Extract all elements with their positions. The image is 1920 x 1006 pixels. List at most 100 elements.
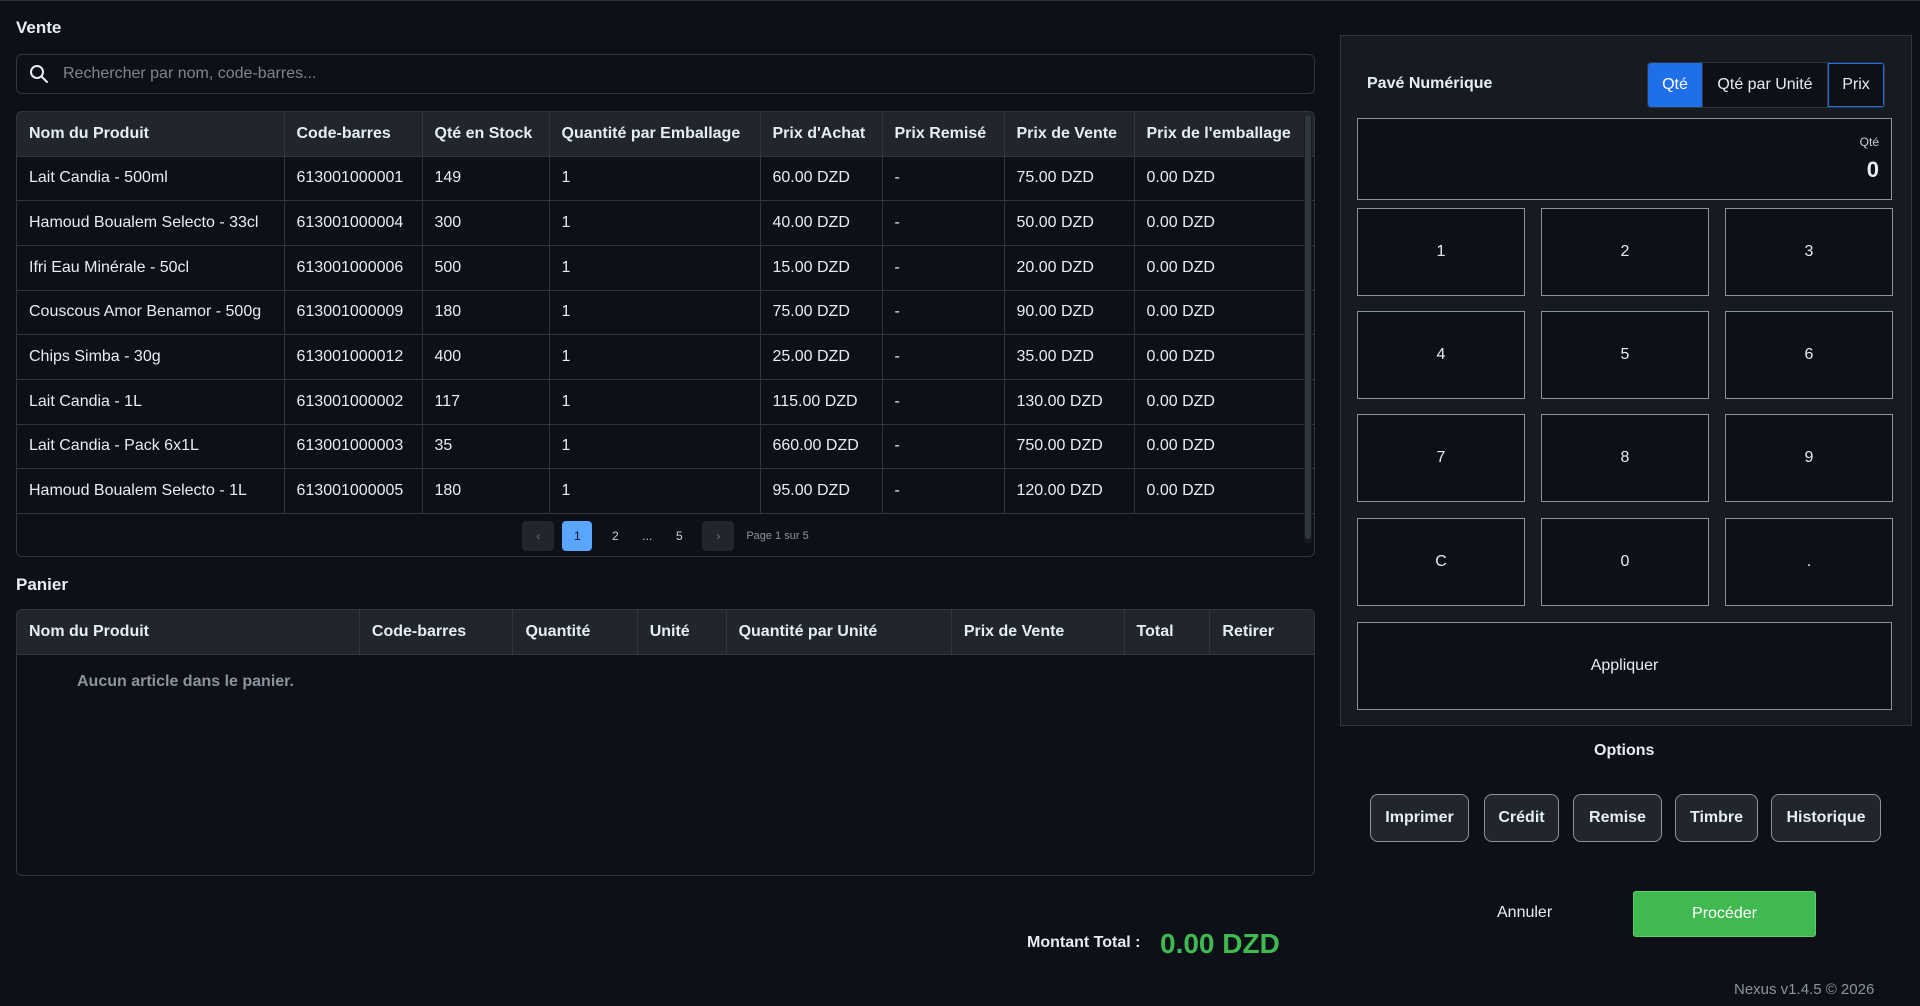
cell-pack-price: 0.00 DZD [1134,245,1314,291]
numpad-key-5[interactable]: 5 [1541,311,1709,399]
numpad-key-9[interactable]: 9 [1725,414,1893,502]
apply-button[interactable]: Appliquer [1357,622,1892,710]
col-header-purchase-price[interactable]: Prix d'Achat [760,112,883,157]
cart-col-qty-per-unit: Quantité par Unité [726,610,952,655]
cell-sale-price: 90.00 DZD [1004,290,1135,336]
cell-product-name: Chips Simba - 30g [17,334,285,380]
history-button[interactable]: Historique [1771,794,1881,842]
numpad-key-decimal[interactable]: . [1725,518,1893,606]
mode-qty-button[interactable]: Qté [1648,63,1703,107]
cell-barcode: 613001000009 [284,290,423,336]
numpad-key-4[interactable]: 4 [1357,311,1525,399]
col-header-sale-price[interactable]: Prix de Vente [1004,112,1135,157]
cell-discount-price: - [882,156,1005,202]
cell-pack-price: 0.00 DZD [1134,379,1314,425]
cell-barcode: 613001000006 [284,245,423,291]
page-button-5[interactable]: 5 [664,521,694,551]
cell-stock: 180 [422,290,550,336]
product-row[interactable]: Lait Candia - 500ml 613001000001 149 1 60.00… [17,156,1314,202]
discount-button[interactable]: Remise [1573,794,1662,842]
cell-product-name: Lait Candia - 1L [17,379,285,425]
page-button-2[interactable]: 2 [600,521,630,551]
cell-sale-price: 75.00 DZD [1004,156,1135,202]
products-table-container: Nom du Produit Code-barres Qté en Stock … [16,111,1315,557]
page-button-1[interactable]: 1 [562,521,593,551]
numpad-key-0[interactable]: 0 [1541,518,1709,606]
cell-qty-per-pack: 1 [549,334,761,380]
search-icon [30,65,48,83]
mode-qty-per-unit-button[interactable]: Qté par Unité [1703,63,1828,107]
cell-pack-price: 0.00 DZD [1134,334,1314,380]
prev-page-button[interactable]: ‹ [522,521,555,551]
cell-pack-price: 0.00 DZD [1134,200,1314,246]
cell-sale-price: 130.00 DZD [1004,379,1135,425]
product-row[interactable]: Chips Simba - 30g 613001000012 400 1 25.00 D… [17,334,1314,380]
cart-table: Nom du Produit Code-barres Quantité Unit… [17,610,1314,655]
cell-purchase-price: 25.00 DZD [760,334,883,380]
cell-sale-price: 750.00 DZD [1004,424,1135,470]
cell-discount-price: - [882,245,1005,291]
version-label: Nexus v1.4.5 © 2026 [1734,981,1875,998]
cell-qty-per-pack: 1 [549,379,761,425]
col-header-stock[interactable]: Qté en Stock [422,112,550,157]
product-row[interactable]: Lait Candia - Pack 6x1L 613001000003 35 1 66… [17,424,1314,470]
product-search-box[interactable] [16,54,1315,94]
cell-stock: 180 [422,468,550,514]
product-row[interactable]: Couscous Amor Benamor - 500g 613001000009… [17,290,1314,336]
col-header-barcode[interactable]: Code-barres [284,112,423,157]
cart-col-total: Total [1124,610,1211,655]
mode-price-button[interactable]: Prix [1828,63,1884,107]
cell-sale-price: 120.00 DZD [1004,468,1135,514]
cart-col-sale-price: Prix de Vente [951,610,1125,655]
proceed-button[interactable]: Procéder [1633,891,1816,937]
numpad-key-3[interactable]: 3 [1725,208,1893,296]
sale-section-title: Vente [16,18,62,37]
cell-qty-per-pack: 1 [549,424,761,470]
col-header-qty-per-pack[interactable]: Quantité par Emballage [549,112,761,157]
table-scrollbar-thumb[interactable] [1305,115,1311,539]
numpad-display-label: Qté [1859,135,1879,149]
col-header-discount-price[interactable]: Prix Remisé [882,112,1005,157]
cell-product-name: Couscous Amor Benamor - 500g [17,290,285,336]
product-row[interactable]: Hamoud Boualem Selecto - 33cl 61300100000… [17,200,1314,246]
cart-col-unit: Unité [637,610,727,655]
cell-purchase-price: 15.00 DZD [760,245,883,291]
cell-pack-price: 0.00 DZD [1134,424,1314,470]
product-row[interactable]: Ifri Eau Minérale - 50cl 613001000006 500 1… [17,245,1314,291]
cell-discount-price: - [882,334,1005,380]
stamp-button[interactable]: Timbre [1675,794,1758,842]
cart-table-container: Nom du Produit Code-barres Quantité Unit… [16,609,1315,876]
print-button[interactable]: Imprimer [1370,794,1469,842]
cell-stock: 35 [422,424,550,470]
cell-purchase-price: 660.00 DZD [760,424,883,470]
page-info: Page 1 sur 5 [746,530,809,542]
numpad-key-6[interactable]: 6 [1725,311,1893,399]
cell-stock: 300 [422,200,550,246]
cell-sale-price: 35.00 DZD [1004,334,1135,380]
col-header-product-name[interactable]: Nom du Produit [17,112,285,157]
numpad-key-7[interactable]: 7 [1357,414,1525,502]
numpad-key-8[interactable]: 8 [1541,414,1709,502]
col-header-pack-price[interactable]: Prix de l'emballage [1134,112,1314,157]
credit-button[interactable]: Crédit [1484,794,1559,842]
cell-product-name: Hamoud Boualem Selecto - 33cl [17,200,285,246]
numpad-display-value: 0 [1866,157,1879,182]
cell-qty-per-pack: 1 [549,156,761,202]
cell-product-name: Lait Candia - Pack 6x1L [17,424,285,470]
next-page-button[interactable]: › [702,521,735,551]
numpad-key-2[interactable]: 2 [1541,208,1709,296]
cell-pack-price: 0.00 DZD [1134,468,1314,514]
product-row[interactable]: Hamoud Boualem Selecto - 1L 613001000005 1… [17,468,1314,514]
pagination: ‹ 1 2 ... 5 › Page 1 sur 5 [17,520,1314,552]
cart-header-row: Nom du Produit Code-barres Quantité Unit… [17,610,1314,655]
product-row[interactable]: Lait Candia - 1L 613001000002 117 1 115.00 D… [17,379,1314,425]
cell-sale-price: 50.00 DZD [1004,200,1135,246]
cancel-button[interactable]: Annuler [1497,904,1552,922]
cell-discount-price: - [882,379,1005,425]
numpad-key-1[interactable]: 1 [1357,208,1525,296]
search-input[interactable] [63,55,1314,93]
numpad-key-clear[interactable]: C [1357,518,1525,606]
cell-stock: 400 [422,334,550,380]
cell-purchase-price: 40.00 DZD [760,200,883,246]
cell-pack-price: 0.00 DZD [1134,290,1314,336]
